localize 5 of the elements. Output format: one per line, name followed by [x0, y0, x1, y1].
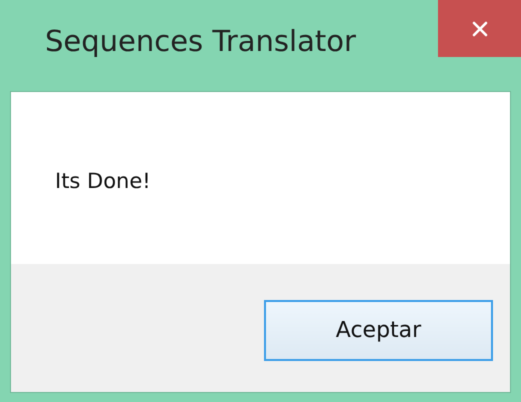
close-icon [472, 20, 488, 36]
window-title: Sequences Translator [45, 24, 356, 58]
accept-button[interactable]: Aceptar [264, 300, 493, 361]
close-button[interactable] [438, 0, 521, 57]
message-text: Its Done! [55, 169, 151, 193]
